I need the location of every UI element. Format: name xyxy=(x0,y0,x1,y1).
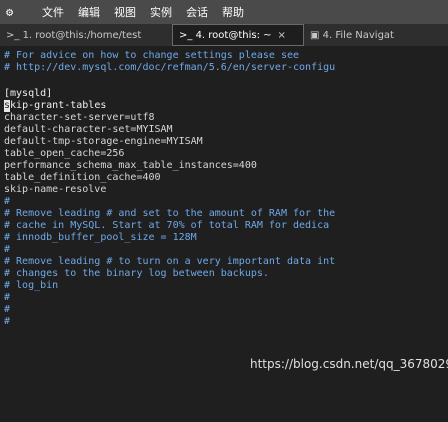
terminal-line: # xyxy=(4,244,11,255)
app-logo-icon: ⚙ xyxy=(6,5,14,19)
terminal-icon: >_ xyxy=(6,29,23,41)
terminal-line: character-set-server=utf8 xyxy=(4,112,155,123)
terminal-line: # log_bin xyxy=(4,280,59,291)
terminal-line: performance_schema_max_table_instances=4… xyxy=(4,160,257,171)
terminal-line-rest: kip-grant-tables xyxy=(10,100,107,111)
tab-root-home-test[interactable]: >_ 1. root@this:/home/test xyxy=(0,24,172,46)
terminal-line: default-tmp-storage-engine=MYISAM xyxy=(4,136,203,147)
terminal-line: table_open_cache=256 xyxy=(4,148,125,159)
terminal-icon: >_ xyxy=(179,29,196,41)
terminal-line: table_definition_cache=400 xyxy=(4,172,161,183)
close-icon[interactable]: × xyxy=(278,30,286,41)
terminal-line: # changes to the binary log between back… xyxy=(4,268,269,279)
terminal-line: # cache in MySQL. Start at 70% of total … xyxy=(4,220,330,231)
terminal-line: default-character-set=MYISAM xyxy=(4,124,173,135)
menu-file[interactable]: 文件 xyxy=(42,4,64,20)
terminal-line: [mysqld] xyxy=(4,88,53,99)
menu-bar: ⚙ 文件 编辑 视图 实例 会话 帮助 xyxy=(0,0,448,24)
terminal-line: skip-grant-tables xyxy=(4,100,106,112)
watermark: https://blog.csdn.net/qq_36780295 xyxy=(250,357,448,371)
terminal-line: # Remove leading # and set to the amount… xyxy=(4,208,336,219)
terminal-line: skip-name-resolve xyxy=(4,184,107,195)
menu-help[interactable]: 帮助 xyxy=(222,4,244,20)
menu-instance[interactable]: 实例 xyxy=(150,4,172,20)
terminal-line: # xyxy=(4,196,11,207)
tab-file-navigator[interactable]: ▣ 4. File Navigat xyxy=(304,24,448,46)
tab-label: 4. root@this: ~ xyxy=(195,29,272,41)
terminal-line: # xyxy=(4,304,11,315)
menu-session[interactable]: 会话 xyxy=(186,4,208,20)
tab-root-home-active[interactable]: >_ 4. root@this: ~ × xyxy=(172,24,304,46)
terminal-line: # http://dev.mysql.com/doc/refman/5.6/en… xyxy=(4,62,336,73)
menu-view[interactable]: 视图 xyxy=(114,4,136,20)
tab-label: 1. root@this:/home/test xyxy=(22,29,142,41)
folder-icon: ▣ xyxy=(310,29,323,41)
terminal-line: # xyxy=(4,316,11,327)
tab-bar: >_ 1. root@this:/home/test >_ 4. root@th… xyxy=(0,24,448,46)
terminal-line: # For advice on how to change settings p… xyxy=(4,50,300,61)
terminal-line: # Remove leading # to turn on a very imp… xyxy=(4,256,336,267)
menu-edit[interactable]: 编辑 xyxy=(78,4,100,20)
tab-label: 4. File Navigat xyxy=(322,29,394,41)
terminal-line: # innodb_buffer_pool_size = 128M xyxy=(4,232,197,243)
terminal-line: # xyxy=(4,292,11,303)
